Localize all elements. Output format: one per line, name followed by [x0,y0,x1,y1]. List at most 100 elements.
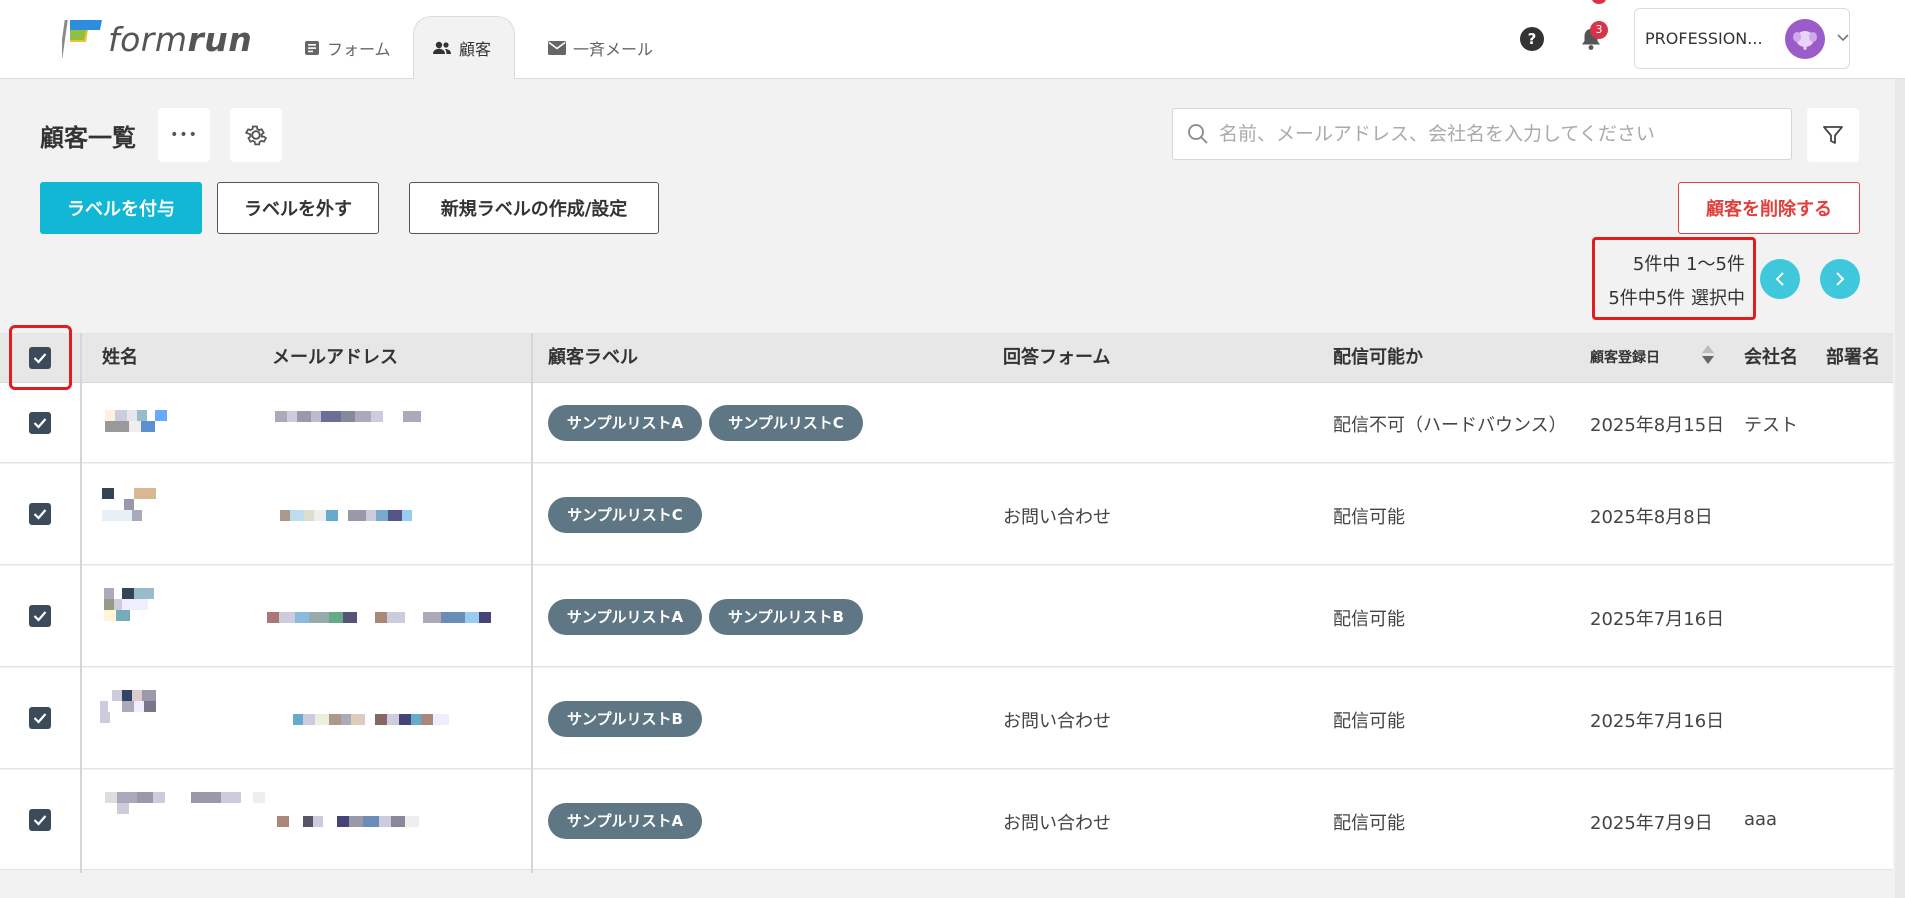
settings-button[interactable] [230,108,282,162]
redacted-name [105,792,265,814]
tab-customers[interactable]: 顧客 [413,16,515,79]
table-header: 姓名 メールアドレス 顧客ラベル 回答フォーム 配信可能か 顧客登録日 会社名 … [0,333,1893,383]
column-header-labels[interactable]: 顧客ラベル [548,333,638,383]
deliverable-status: 配信可能 [1333,813,1405,834]
label-tag[interactable]: サンプルリストA [548,405,702,441]
delete-customers-button[interactable]: 顧客を削除する [1678,182,1860,234]
check-icon [33,611,47,622]
tab-bulk-mail[interactable]: 一斉メール [548,16,653,79]
table-row[interactable]: サンプルリストA お問い合わせ 配信可能 2025年7月9日 aaa [0,770,1893,870]
new-label-settings-button[interactable]: 新規ラベルの作成/設定 [409,182,659,234]
tab-form[interactable]: フォーム [304,16,391,79]
row-checkbox[interactable] [29,809,51,831]
next-page-button[interactable] [1820,259,1860,299]
chevron-down-icon [1837,31,1849,46]
result-range-text: 5件中 1〜5件 [1632,254,1745,275]
sort-icon[interactable] [1702,345,1714,364]
search-input[interactable] [1219,123,1779,145]
chevron-right-icon [1836,272,1845,286]
registered-date: 2025年8月15日 [1590,415,1725,436]
table-row[interactable]: サンプルリストB お問い合わせ 配信可能 2025年7月16日 [0,668,1893,769]
label-tag[interactable]: サンプルリストB [709,599,863,635]
label-tag[interactable]: サンプルリストA [548,599,702,635]
remove-label-button[interactable]: ラベルを外す [217,182,379,234]
row-checkbox[interactable] [29,412,51,434]
search-box[interactable] [1172,108,1792,160]
page-title: 顧客一覧 [40,124,136,152]
column-header-form[interactable]: 回答フォーム [1003,333,1110,383]
deliverable-status: 配信可能 [1333,711,1405,732]
elephant-avatar-icon [1785,18,1825,59]
help-icon[interactable]: ? [1520,27,1544,51]
redacted-email [280,510,460,521]
more-options-button[interactable]: ••• [158,108,210,162]
tab-form-label: フォーム [327,39,391,59]
column-divider [80,333,82,873]
tab-bulk-mail-label: 一斉メール [573,39,654,59]
company-name: テスト [1744,415,1798,436]
redacted-name [102,488,162,521]
select-all-highlight [9,325,72,390]
filter-button[interactable] [1807,108,1859,162]
column-header-name[interactable]: 姓名 [102,333,138,383]
label-tag[interactable]: サンプルリストA [548,803,702,839]
company-name: aaa [1744,809,1778,830]
form-icon [304,40,320,56]
add-label-button[interactable]: ラベルを付与 [40,182,202,234]
notification-badge: 3 [1590,21,1608,39]
account-menu[interactable]: PROFESSION... [1634,8,1850,69]
formrun-logo[interactable]: formrun [62,18,252,60]
row-checkbox[interactable] [29,707,51,729]
deliverable-status: 配信可能 [1333,609,1405,630]
top-navigation-bar: formrun フォーム 顧客 一斉メール ? 3 PROFESSION... [0,0,1905,79]
tab-customers-label: 顧客 [459,40,492,59]
redacted-email [275,411,445,422]
column-header-email[interactable]: メールアドレス [272,333,398,383]
registered-date: 2025年8月8日 [1590,507,1713,528]
filter-icon [1823,126,1843,144]
redacted-email [267,612,517,623]
selected-count-text: 5件中5件 選択中 [1608,288,1745,309]
mail-icon [548,40,566,55]
column-divider [531,333,533,873]
check-icon [33,418,47,429]
registered-date: 2025年7月16日 [1590,609,1725,630]
gear-icon [244,125,268,146]
redacted-name [105,410,175,432]
deliverable-status: 配信可能 [1333,507,1405,528]
prev-page-button[interactable] [1760,259,1800,299]
logo-wordmark: formrun [108,19,253,59]
label-tag[interactable]: サンプルリストC [709,405,863,441]
page-scrollbar[interactable] [1895,79,1905,898]
deliverable-status: 配信不可（ハードバウンス） [1333,415,1567,436]
table-row[interactable]: サンプルリストA サンプルリストB 配信可能 2025年7月16日 [0,566,1893,667]
label-tag[interactable]: サンプルリストB [548,701,702,737]
response-form: お問い合わせ [1003,813,1111,834]
column-header-registered[interactable]: 顧客登録日 [1590,333,1660,383]
table-row[interactable]: サンプルリストA サンプルリストC 配信不可（ハードバウンス） 2025年8月1… [0,383,1893,463]
check-icon [33,509,47,520]
response-form: お問い合わせ [1003,507,1111,528]
response-form: お問い合わせ [1003,711,1111,732]
account-name: PROFESSION... [1645,29,1763,48]
notification-dot [1592,0,1606,4]
column-header-deliverable[interactable]: 配信可能か [1333,333,1423,383]
column-header-department[interactable]: 部署名 [1826,333,1880,383]
registered-date: 2025年7月16日 [1590,711,1725,732]
table-row[interactable]: サンプルリストC お問い合わせ 配信可能 2025年8月8日 [0,464,1893,565]
registered-date: 2025年7月9日 [1590,813,1713,834]
redacted-name [104,588,168,621]
redacted-email [275,714,505,725]
label-tag[interactable]: サンプルリストC [548,497,702,533]
chevron-left-icon [1775,272,1784,286]
search-icon [1188,124,1208,144]
row-checkbox[interactable] [29,503,51,525]
row-checkbox[interactable] [29,605,51,627]
more-dots-icon: ••• [170,127,198,143]
formrun-flag-icon [62,20,102,58]
redacted-email [277,816,467,827]
check-icon [33,713,47,724]
people-icon [432,40,452,56]
pagination-count-highlight: 5件中 1〜5件 5件中5件 選択中 [1592,237,1756,320]
column-header-company[interactable]: 会社名 [1744,333,1798,383]
